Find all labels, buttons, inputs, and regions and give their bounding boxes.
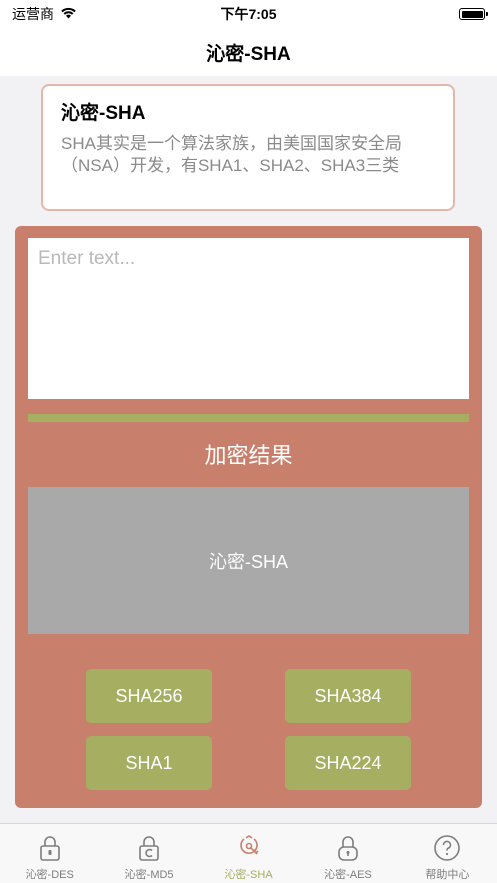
result-text: 沁密-SHA xyxy=(208,551,288,572)
tab-bar: 沁密-DES 沁密-MD5 沁密-SHA 沁密-AES 帮助中心 xyxy=(0,823,497,883)
encryption-panel: 加密结果 沁密-SHA SHA256 SHA384 SHA1 SHA224 xyxy=(15,226,482,808)
sha384-button[interactable]: SHA384 xyxy=(285,669,411,723)
tab-label: 沁密-MD5 xyxy=(124,869,174,881)
sha1-button[interactable]: SHA1 xyxy=(86,736,212,790)
divider-bar xyxy=(28,414,469,422)
tab-label: 沁密-AES xyxy=(324,869,372,881)
lock-c-icon xyxy=(134,833,164,863)
key-lock-icon xyxy=(234,833,264,863)
status-left: 运营商 xyxy=(12,4,77,24)
info-card: 沁密-SHA SHA其实是一个算法家族，由美国国家安全局（NSA）开发，有SHA… xyxy=(41,84,455,211)
tab-aes[interactable]: 沁密-AES xyxy=(298,824,397,883)
text-input[interactable] xyxy=(28,238,469,399)
tab-md5[interactable]: 沁密-MD5 xyxy=(99,824,198,883)
tab-label: 帮助中心 xyxy=(425,869,470,881)
tab-label: 沁密-SHA xyxy=(224,869,273,881)
page-title: 沁密-SHA xyxy=(206,43,291,65)
padlock-icon xyxy=(333,833,363,863)
carrier-label: 运营商 xyxy=(12,6,54,22)
sha224-button[interactable]: SHA224 xyxy=(285,736,411,790)
result-output: 沁密-SHA xyxy=(28,487,469,634)
battery-icon xyxy=(459,8,488,20)
lock-icon xyxy=(35,833,65,863)
tab-help[interactable]: 帮助中心 xyxy=(398,824,497,883)
result-label: 加密结果 xyxy=(204,443,293,468)
wifi-icon xyxy=(60,6,77,22)
info-card-title: 沁密-SHA xyxy=(61,103,146,124)
info-card-description: SHA其实是一个算法家族，由美国国家安全局（NSA）开发，有SHA1、SHA2、… xyxy=(61,134,402,175)
tab-des[interactable]: 沁密-DES xyxy=(0,824,99,883)
tab-sha[interactable]: 沁密-SHA xyxy=(199,824,298,883)
sha256-button[interactable]: SHA256 xyxy=(86,669,212,723)
tab-label: 沁密-DES xyxy=(25,869,74,881)
help-icon xyxy=(432,833,462,863)
navigation-bar: 沁密-SHA xyxy=(0,28,497,76)
status-bar: 运营商 下午7:05 xyxy=(0,0,497,28)
